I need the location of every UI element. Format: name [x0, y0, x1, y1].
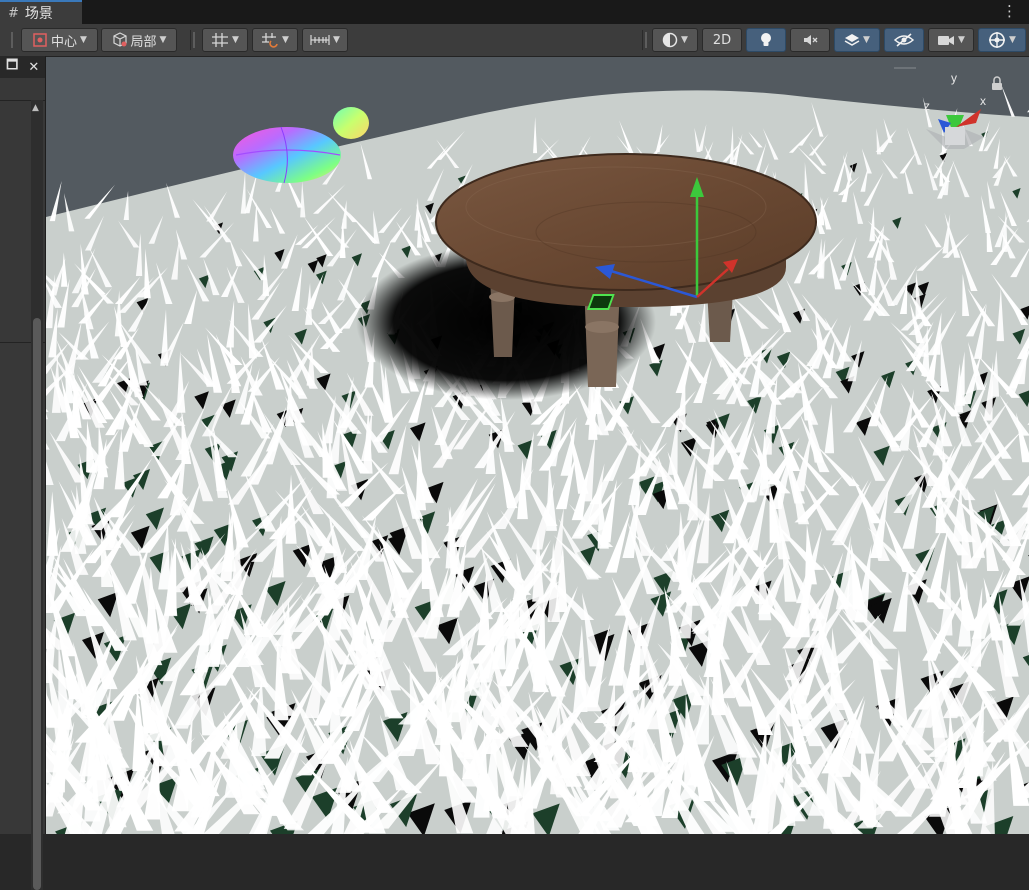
- ruler-button[interactable]: ▼: [302, 28, 348, 52]
- toolbar-grip: [645, 32, 647, 48]
- mode-2d-label: 2D: [712, 32, 732, 48]
- hidden-eye-icon: [894, 33, 914, 47]
- scene-camera-button[interactable]: ▼: [928, 28, 974, 52]
- chevron-down-icon: ▼: [1009, 35, 1016, 45]
- audio-mute-icon: [804, 35, 818, 45]
- toolbar-separator: [642, 30, 643, 50]
- panel-header: 🗖 ✕: [0, 56, 45, 78]
- toolbar-grip: [193, 32, 195, 48]
- pivot-mode-label: 中心: [51, 34, 78, 50]
- orient-y-label: y: [951, 71, 957, 85]
- increment-snap-button[interactable]: ▼: [252, 28, 298, 52]
- camera-icon: [938, 36, 955, 45]
- scene-toolbar: 中心 ▼ 局部 ▼ ▼ ▼ ▼ ▼ 2D ▼ ▼ ▼: [0, 24, 1029, 57]
- chevron-down-icon: ▼: [863, 35, 870, 45]
- lightbulb-icon: [761, 33, 771, 46]
- panel-scrollbar-thumb[interactable]: [33, 318, 41, 890]
- grid-snap-button[interactable]: ▼: [202, 28, 248, 52]
- pivot-rotation-label: 局部: [130, 34, 157, 50]
- grid-snap-icon: [212, 33, 229, 47]
- gizmos-icon: [989, 32, 1006, 48]
- orient-z-label: z: [924, 99, 930, 113]
- chevron-down-icon: ▼: [958, 35, 965, 45]
- scroll-up-icon[interactable]: ▲: [32, 103, 39, 113]
- cube-local-icon: [112, 32, 127, 47]
- scene-audio-button[interactable]: [790, 28, 830, 52]
- gizmo-plane-handle[interactable]: [586, 294, 615, 310]
- pivot-mode-button[interactable]: 中心 ▼: [21, 28, 98, 52]
- effects-layers-icon: [844, 34, 860, 46]
- orient-x-label: x: [980, 94, 986, 108]
- chevron-down-icon: ▼: [282, 35, 289, 45]
- tab-bar: # 场景 ⋮: [0, 0, 1029, 25]
- tab-scene[interactable]: # 场景: [0, 0, 82, 24]
- chevron-down-icon: ▼: [80, 35, 87, 45]
- toolbar-separator: [190, 30, 191, 50]
- pivot-center-icon: [33, 33, 47, 47]
- kebab-menu-icon[interactable]: ⋮: [1002, 3, 1017, 19]
- hierarchy-panel-sliver: 🗖 ✕ ▲: [0, 56, 46, 890]
- close-icon[interactable]: ✕: [28, 60, 39, 75]
- toolbar-grip: [11, 32, 13, 48]
- scene-effects-button[interactable]: ▼: [834, 28, 880, 52]
- scene-render[interactable]: y x z: [46, 57, 1029, 834]
- small-debug-sphere[interactable]: [333, 107, 369, 139]
- viewport-handle[interactable]: [894, 67, 916, 69]
- hash-grid-icon: #: [8, 5, 19, 21]
- chevron-down-icon: ▼: [681, 35, 688, 45]
- mode-2d-button[interactable]: 2D: [702, 28, 742, 52]
- pivot-rotation-button[interactable]: 局部 ▼: [101, 28, 177, 52]
- shading-mode-button[interactable]: ▼: [652, 28, 698, 52]
- ruler-icon: [310, 35, 330, 45]
- scene-viewport[interactable]: y x z: [46, 57, 1029, 834]
- window-restore-icon[interactable]: 🗖: [6, 56, 18, 78]
- gizmos-button[interactable]: ▼: [978, 28, 1026, 52]
- chevron-down-icon: ▼: [333, 35, 340, 45]
- scene-visibility-button[interactable]: [884, 28, 924, 52]
- chevron-down-icon: ▼: [232, 35, 239, 45]
- scene-lighting-button[interactable]: [746, 28, 786, 52]
- chevron-down-icon: ▼: [159, 35, 167, 45]
- table-top[interactable]: [435, 153, 817, 291]
- increment-snap-icon: [262, 33, 278, 48]
- shading-mode-icon: [662, 32, 678, 48]
- tab-scene-label: 场景: [24, 6, 53, 22]
